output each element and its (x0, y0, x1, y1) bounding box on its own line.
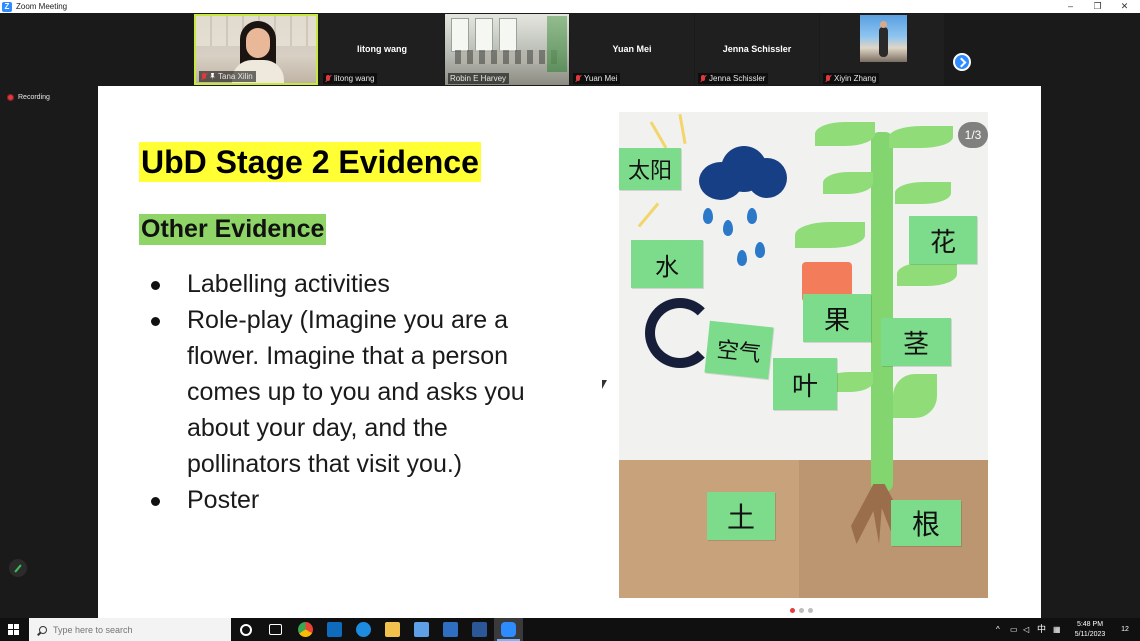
participant-nameplate: Jenna Schissler (698, 73, 769, 84)
participant-name: Xiyin Zhang (834, 74, 877, 83)
clock-date: 5/11/2023 (1074, 631, 1106, 638)
store-icon[interactable] (414, 622, 429, 637)
participant-tile-robin-harvey[interactable]: Robin E Harvey (445, 14, 569, 85)
taskbar-clock[interactable]: 5:48 PM 5/11/2023 (1068, 620, 1112, 640)
close-button[interactable]: ✕ (1111, 0, 1138, 13)
windows-start-button[interactable] (8, 624, 19, 635)
label-card-water: 水 (631, 240, 703, 288)
clock-time: 5:48 PM (1076, 621, 1104, 628)
plant-stem-cutout (871, 132, 893, 492)
outlook-icon[interactable] (327, 622, 342, 637)
tray-overflow-chevron-icon[interactable]: ^ (996, 618, 1006, 641)
participant-name: Tana Xilin (218, 72, 253, 81)
zoom-app-icon (501, 622, 516, 637)
label-card-sun: 太阳 (619, 148, 681, 190)
minimize-button[interactable]: – (1057, 0, 1084, 13)
participant-display-name: litong wang (357, 44, 407, 54)
participant-tile-jenna-schissler[interactable]: Jenna Schissler Jenna Schissler (695, 14, 819, 85)
cortana-icon[interactable] (240, 624, 252, 636)
participant-tile-xiyin-zhang[interactable]: Xiyin Zhang (820, 14, 944, 85)
window-titlebar: Z Zoom Meeting – ❐ ✕ (0, 0, 1140, 13)
participant-tile-tana-xilin[interactable]: Tana Xilin (194, 14, 318, 85)
search-icon (39, 625, 47, 634)
bullet-item: Labelling activities (146, 266, 566, 302)
word-icon[interactable] (472, 622, 487, 637)
mouse-cursor-icon (602, 380, 607, 389)
bullet-item: Role-play (Imagine you are a flower. Ima… (146, 302, 566, 482)
participant-nameplate: Xiyin Zhang (823, 73, 880, 84)
mic-muted-icon (201, 72, 207, 81)
participant-name: Yuan Mei (584, 74, 618, 83)
recording-dot-icon (7, 94, 14, 101)
mic-muted-icon (700, 74, 706, 83)
chrome-icon[interactable] (298, 622, 313, 637)
participant-tile-litong-wang[interactable]: litong wang litong wang (320, 14, 444, 85)
pager-dot-active[interactable] (790, 608, 795, 613)
participant-name: litong wang (334, 74, 375, 83)
taskbar-search-input[interactable] (53, 624, 223, 635)
recording-indicator[interactable]: Recording (7, 94, 50, 101)
participant-nameplate: Robin E Harvey (448, 73, 510, 84)
wind-swirl-cutout (645, 298, 715, 368)
participant-nameplate: Tana Xilin (199, 71, 256, 82)
participant-tile-yuan-mei[interactable]: Yuan Mei Yuan Mei (570, 14, 694, 85)
participant-gallery: Tana Xilin litong wang litong wang Robin… (0, 13, 1140, 86)
mic-muted-icon (825, 74, 831, 83)
gallery-next-page-button[interactable] (953, 53, 971, 71)
mail-icon[interactable] (443, 622, 458, 637)
slide-bullet-list: Labelling activities Role-play (Imagine … (146, 266, 566, 518)
mic-muted-icon (325, 74, 331, 83)
notification-center-button[interactable]: 12 (1117, 618, 1133, 641)
label-card-leaf: 叶 (773, 358, 837, 410)
volume-icon[interactable]: ◁ (1023, 618, 1035, 641)
task-view-icon[interactable] (269, 624, 282, 635)
label-card-root: 根 (891, 500, 961, 546)
window-title: Zoom Meeting (16, 2, 68, 11)
slide-heading: UbD Stage 2 Evidence (139, 142, 481, 182)
participant-profile-photo (860, 15, 907, 62)
file-explorer-icon[interactable] (385, 622, 400, 637)
participant-nameplate: Yuan Mei (573, 73, 621, 84)
mic-muted-icon (575, 74, 581, 83)
plant-labelling-photo: 太阳 水 空气 果 花 茎 叶 土 根 1/3 (619, 112, 988, 598)
edge-icon[interactable] (356, 622, 371, 637)
network-icon[interactable]: ▭ (1010, 618, 1022, 641)
zoom-logo-icon: Z (2, 1, 12, 12)
label-card-air: 空气 (704, 320, 774, 380)
pin-icon (210, 73, 215, 80)
label-card-stem: 茎 (881, 318, 951, 366)
touch-keyboard-icon[interactable]: ▦ (1053, 618, 1065, 641)
participant-display-name: Jenna Schissler (722, 44, 792, 54)
pager-dot[interactable] (808, 608, 813, 613)
cloud-cutout (699, 144, 787, 204)
participant-nameplate: litong wang (323, 73, 378, 84)
label-card-flower: 花 (909, 216, 977, 264)
participant-name: Robin E Harvey (450, 74, 507, 83)
taskbar-search[interactable] (29, 618, 231, 641)
slide-pager (790, 608, 813, 613)
participant-display-name: Yuan Mei (612, 44, 652, 54)
bullet-item: Poster (146, 482, 566, 518)
pager-dot[interactable] (799, 608, 804, 613)
label-card-soil: 土 (707, 492, 775, 540)
recording-label: Recording (18, 94, 50, 101)
windows-taskbar: ^ ▭ ◁ 中 ▦ 5:48 PM 5/11/2023 12 (0, 618, 1140, 641)
image-page-indicator: 1/3 (958, 122, 988, 148)
participant-name: Jenna Schissler (709, 74, 766, 83)
annotate-pencil-button[interactable] (9, 559, 27, 577)
ime-indicator[interactable]: 中 (1037, 618, 1049, 641)
slide-subheading: Other Evidence (139, 214, 327, 245)
label-card-fruit: 果 (803, 294, 871, 342)
restore-button[interactable]: ❐ (1084, 0, 1111, 13)
shared-screen-slide: UbD Stage 2 Evidence Other Evidence Labe… (98, 86, 1041, 618)
